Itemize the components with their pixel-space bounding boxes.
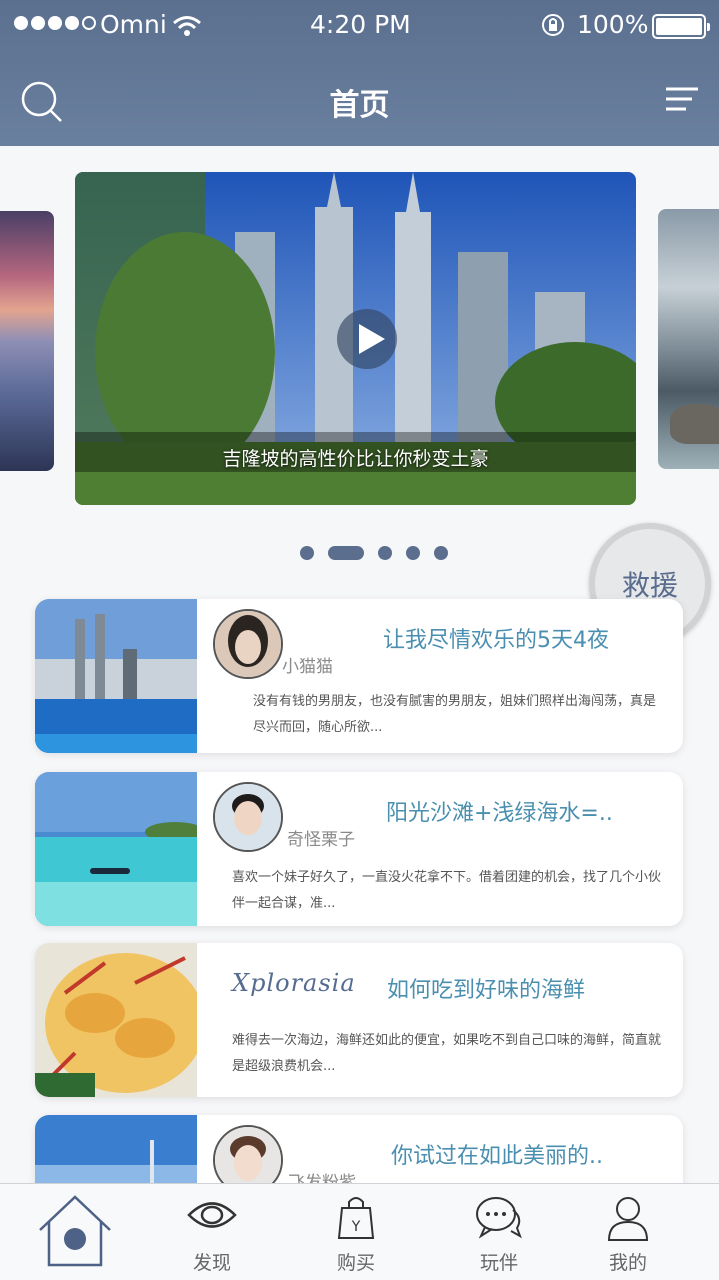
- tab-mine[interactable]: 我的: [578, 1184, 678, 1280]
- signal-icon: [14, 16, 96, 30]
- eye-icon: [187, 1198, 237, 1236]
- post-card[interactable]: 小猫猫 让我尽情欢乐的5天4夜 没有有钱的男朋友，也没有腻害的男朋友，姐妹们照样…: [35, 599, 683, 753]
- post-thumbnail: [35, 599, 197, 753]
- carousel-prev-slide[interactable]: [0, 211, 54, 471]
- banner-carousel[interactable]: 吉隆坡的高性价比让你秒变土豪: [0, 146, 719, 546]
- tab-discover[interactable]: 发现: [162, 1184, 262, 1280]
- rotation-lock-icon: [540, 12, 566, 44]
- tab-buy[interactable]: Y 购买: [306, 1184, 406, 1280]
- pagination-dot-active[interactable]: [328, 546, 364, 560]
- post-title[interactable]: 你试过在如此美丽的..: [391, 1138, 603, 1170]
- tab-label: 购买: [336, 1252, 375, 1274]
- tab-label: 发现: [192, 1252, 231, 1274]
- post-excerpt: 喜欢一个妹子好久了，一直没火花拿不下。借着团建的机会，找了几个小伙伴一起合谋，准…: [232, 870, 662, 911]
- carousel-pagination: [300, 546, 448, 560]
- pagination-dot[interactable]: [406, 546, 420, 560]
- post-author: 奇怪栗子: [287, 830, 355, 850]
- status-time: 4:20 PM: [310, 10, 411, 39]
- tab-bar: 发现 Y 购买 玩伴 我的: [0, 1183, 719, 1280]
- post-thumbnail: [35, 943, 197, 1097]
- tab-home[interactable]: [25, 1184, 125, 1280]
- post-card[interactable]: 奇怪栗子 阳光沙滩+浅绿海水=.. 喜欢一个妹子好久了，一直没火花拿不下。借着团…: [35, 772, 683, 926]
- tab-label: 我的: [608, 1252, 647, 1274]
- wifi-icon: [172, 14, 202, 43]
- slide-caption: 吉隆坡的高性价比让你秒变土豪: [222, 448, 489, 470]
- pagination-dot[interactable]: [434, 546, 448, 560]
- brand-logo: Xplorasia: [232, 969, 356, 997]
- post-card[interactable]: Xplorasia 如何吃到好味的海鲜 难得去一次海边，海鲜还如此的便宜，如果吃…: [35, 943, 683, 1097]
- tab-label: 玩伴: [479, 1252, 518, 1274]
- avatar[interactable]: [213, 782, 283, 852]
- page-title: 首页: [329, 88, 390, 123]
- user-icon: [607, 1196, 649, 1246]
- post-thumbnail: [35, 772, 197, 926]
- post-title[interactable]: 如何吃到好味的海鲜: [387, 972, 585, 1004]
- carousel-active-slide[interactable]: 吉隆坡的高性价比让你秒变土豪: [75, 172, 636, 505]
- post-excerpt: 没有有钱的男朋友，也没有腻害的男朋友，姐妹们照样出海闯荡，真是尽兴而回，随心所欲…: [253, 694, 657, 735]
- status-bar: Omni 4:20 PM 100%: [0, 0, 719, 52]
- app-header: Omni 4:20 PM 100% 首页: [0, 0, 719, 146]
- menu-icon[interactable]: [664, 86, 700, 114]
- avatar[interactable]: [213, 609, 283, 679]
- home-icon: [37, 1194, 113, 1272]
- post-title[interactable]: 阳光沙滩+浅绿海水=..: [386, 795, 613, 827]
- shopping-bag-icon: Y: [337, 1194, 375, 1244]
- pagination-dot[interactable]: [378, 546, 392, 560]
- carrier-name: Omni: [100, 10, 167, 39]
- post-title[interactable]: 让我尽情欢乐的5天4夜: [383, 622, 609, 654]
- tab-companion[interactable]: 玩伴: [449, 1184, 549, 1280]
- post-excerpt: 难得去一次海边，海鲜还如此的便宜，如果吃不到自己口味的海鲜，简直就是超级浪费机会…: [232, 1033, 662, 1074]
- battery-percent: 100%: [577, 10, 649, 39]
- pagination-dot[interactable]: [300, 546, 314, 560]
- carousel-next-slide[interactable]: [658, 209, 719, 469]
- play-button[interactable]: [337, 309, 397, 369]
- post-author: 小猫猫: [282, 657, 333, 677]
- chat-icon: [475, 1196, 523, 1244]
- battery-icon: [652, 14, 710, 39]
- svg-text:Y: Y: [351, 1219, 361, 1235]
